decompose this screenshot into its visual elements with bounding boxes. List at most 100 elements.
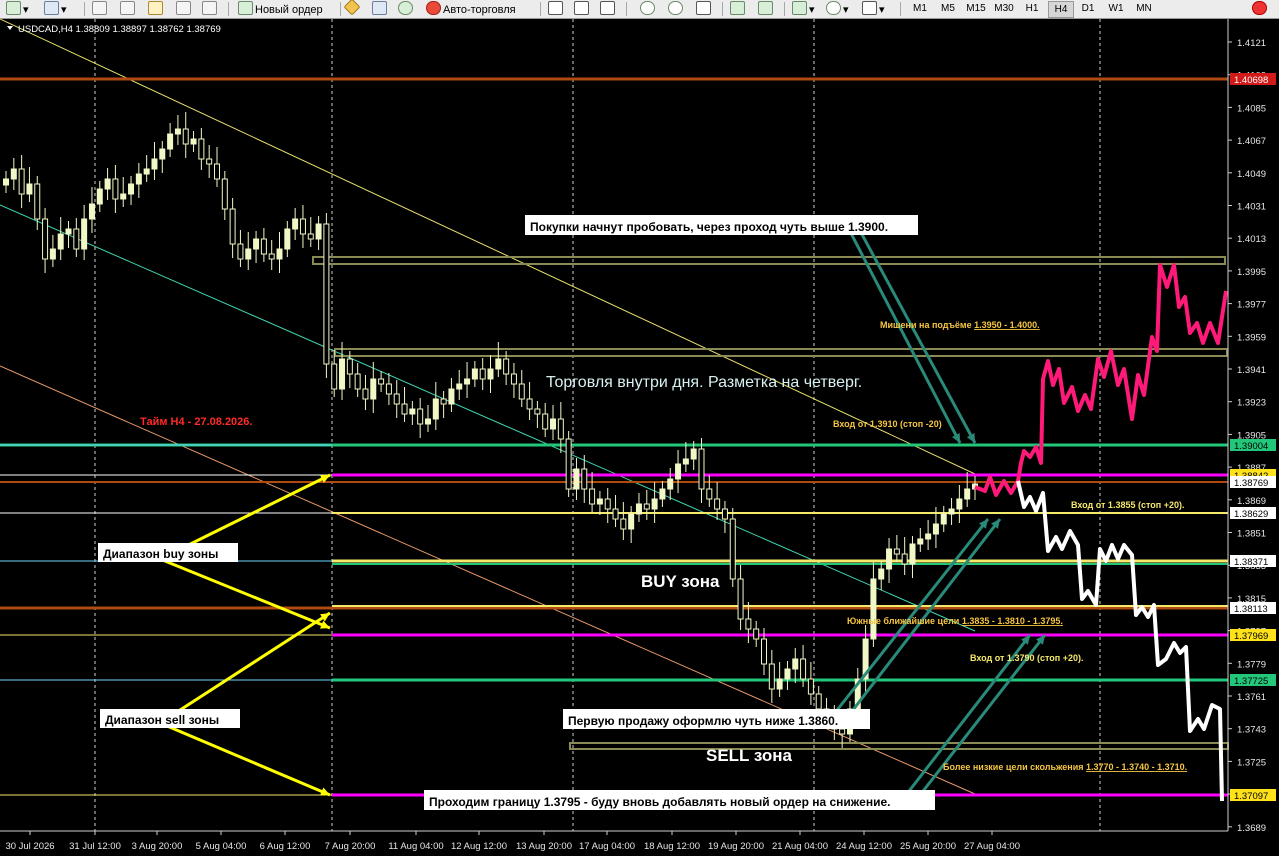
time-tick-label: 25 Aug 20:00 — [900, 841, 956, 852]
line-chart-button[interactable] — [600, 1, 617, 16]
candle-body — [432, 398, 439, 420]
buy-range-label: Диапазон buy зоны — [103, 547, 218, 561]
time-tick-label: 5 Aug 04:00 — [196, 841, 247, 852]
price-tick-label: 1.3995 — [1237, 267, 1266, 278]
auto-scroll-icon — [730, 1, 745, 15]
market-watch-button[interactable] — [92, 1, 109, 16]
candle-body — [682, 458, 689, 465]
options-button[interactable] — [372, 1, 389, 16]
candle-body — [65, 228, 72, 235]
candle-body — [761, 638, 768, 665]
candle-body — [604, 498, 611, 510]
chart-shift-button[interactable] — [758, 1, 775, 16]
candle-body — [424, 418, 431, 425]
new-order-label: Новый ордер — [255, 4, 323, 16]
candle-body — [393, 393, 400, 405]
candlestick-button[interactable] — [574, 1, 591, 16]
entry-1-note: Вход от 1.3910 (стоп -20) — [833, 419, 942, 429]
candle-body — [253, 238, 260, 250]
candle-body — [565, 438, 572, 490]
timeframe-h4[interactable]: H4 — [1048, 1, 1074, 18]
candle-body — [792, 658, 799, 670]
candle-body — [237, 243, 244, 260]
periods-button[interactable]: ▾ — [826, 1, 849, 16]
price-tag-label: 1.39004 — [1234, 441, 1268, 452]
price-tick-label: 1.3851 — [1237, 529, 1266, 540]
candle-body — [893, 548, 900, 555]
indicators-icon — [792, 1, 807, 15]
new-order-button[interactable]: Новый ордер — [238, 1, 323, 16]
templates-button[interactable]: ▾ — [862, 1, 885, 16]
candle-body — [729, 518, 736, 580]
auto-scroll-button[interactable] — [730, 1, 747, 16]
strategy-tester-button[interactable] — [202, 1, 219, 16]
candle-body — [917, 538, 924, 545]
time-tick-label: 27 Aug 04:00 — [964, 841, 1020, 852]
price-tick-label: 1.3743 — [1237, 725, 1266, 736]
near-targets-note: Южные ближайшие цели 1.3835 - 1.3810 - 1… — [847, 616, 1063, 626]
timeframe-m5[interactable]: M5 — [936, 1, 960, 16]
timeframe-d1[interactable]: D1 — [1076, 1, 1100, 16]
near-targets-note-values: 1.3835 - 1.3810 - 1.3795. — [962, 616, 1063, 626]
plus-icon — [6, 1, 21, 15]
timeframe-m15[interactable]: M15 — [964, 1, 988, 16]
candle-body — [292, 218, 299, 230]
candle-body — [776, 678, 783, 690]
candle-body — [96, 188, 103, 205]
price-tag-label: 1.37097 — [1234, 791, 1268, 802]
candle-body — [88, 203, 95, 220]
timeframe-h1[interactable]: H1 — [1020, 1, 1044, 16]
candle-body — [112, 178, 119, 200]
entry-2-note: Вход от 1.3855 (стоп +20). — [1071, 500, 1184, 510]
candle-body — [925, 533, 932, 540]
price-tick-label: 1.3977 — [1237, 300, 1266, 311]
help-button[interactable] — [1252, 1, 1269, 16]
tile-windows-button[interactable] — [696, 1, 713, 16]
autotrading-button[interactable]: Авто-торговля — [426, 1, 516, 16]
navigator-icon — [148, 1, 163, 15]
terminal-button[interactable] — [176, 1, 193, 16]
candle-body — [151, 158, 158, 170]
timeframe-m30[interactable]: M30 — [992, 1, 1016, 16]
sell-range-label: Диапазон sell зоны — [105, 713, 219, 727]
metaeditor-button[interactable] — [343, 0, 361, 16]
timeframe-mn[interactable]: MN — [1132, 1, 1156, 16]
zoom-in-icon — [640, 1, 655, 15]
zoom-in-button[interactable] — [640, 1, 657, 16]
timeframe-m1[interactable]: M1 — [908, 1, 932, 16]
candle-body — [690, 448, 697, 460]
buy-zone-label: BUY зона — [641, 572, 720, 591]
candle-body — [878, 568, 885, 580]
candle-body — [753, 628, 760, 640]
candle-body — [198, 138, 205, 160]
buy-attempt-note: Покупки начнут пробовать, через проход ч… — [530, 220, 888, 234]
candle-body — [206, 158, 213, 165]
bar-chart-button[interactable] — [548, 1, 565, 16]
candle-body — [268, 253, 275, 260]
candle-body — [464, 378, 471, 385]
candle-body — [213, 163, 220, 180]
candle-body — [57, 233, 64, 250]
indicators-button[interactable]: ▾ — [792, 1, 815, 16]
zoom-out-button[interactable] — [668, 1, 685, 16]
price-tick-label: 1.4121 — [1237, 38, 1266, 49]
candle-body — [385, 383, 392, 395]
market-watch-icon — [92, 1, 107, 15]
diamond-icon — [343, 0, 361, 16]
candle-body — [315, 223, 322, 240]
timeframe-w1[interactable]: W1 — [1104, 1, 1128, 16]
candle-body — [417, 408, 424, 425]
signals-button[interactable] — [398, 1, 415, 16]
new-chart-button[interactable]: ▾ — [6, 1, 29, 16]
candle-body — [307, 233, 314, 240]
first-sell-note: Первую продажу оформлю чуть ниже 1.3860. — [568, 714, 838, 728]
time-tick-label: 13 Aug 20:00 — [516, 841, 572, 852]
lower-targets-note-prefix: Более низкие цели скольжения — [943, 762, 1086, 772]
navigator-button[interactable] — [148, 1, 165, 16]
price-chart[interactable]: 1.41211.41031.40851.40671.40491.40311.40… — [0, 19, 1279, 856]
candle-body — [815, 693, 822, 710]
profiles-button[interactable]: ▾ — [44, 1, 67, 16]
candle-body — [901, 553, 908, 565]
data-window-button[interactable] — [120, 1, 137, 16]
sell-zone-label: SELL зона — [706, 746, 793, 765]
